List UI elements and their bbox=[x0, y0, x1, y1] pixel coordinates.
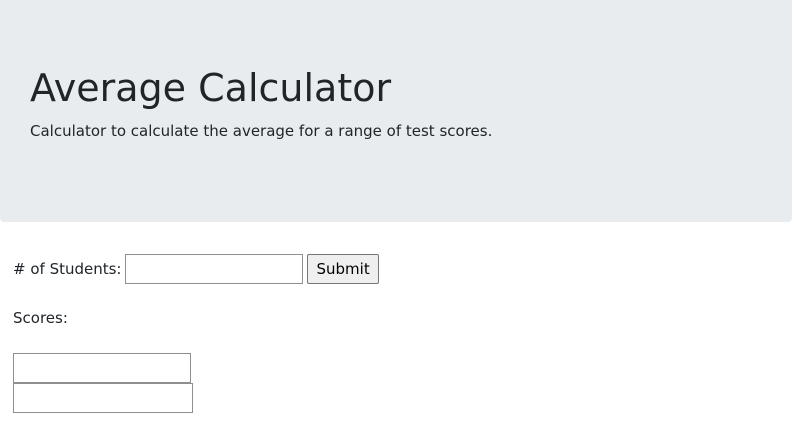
score-input-1[interactable] bbox=[13, 353, 191, 383]
students-row: # of Students: Submit bbox=[13, 254, 379, 284]
score-input-2[interactable] bbox=[13, 383, 193, 413]
header-jumbotron: Average Calculator Calculator to calcula… bbox=[0, 0, 792, 222]
scores-list bbox=[13, 353, 193, 413]
students-label: # of Students: bbox=[13, 260, 122, 278]
scores-label: Scores: bbox=[13, 309, 68, 327]
submit-button[interactable]: Submit bbox=[307, 254, 379, 284]
page-title: Average Calculator bbox=[30, 66, 392, 110]
students-input[interactable] bbox=[125, 254, 304, 284]
page-subtitle: Calculator to calculate the average for … bbox=[30, 122, 493, 140]
